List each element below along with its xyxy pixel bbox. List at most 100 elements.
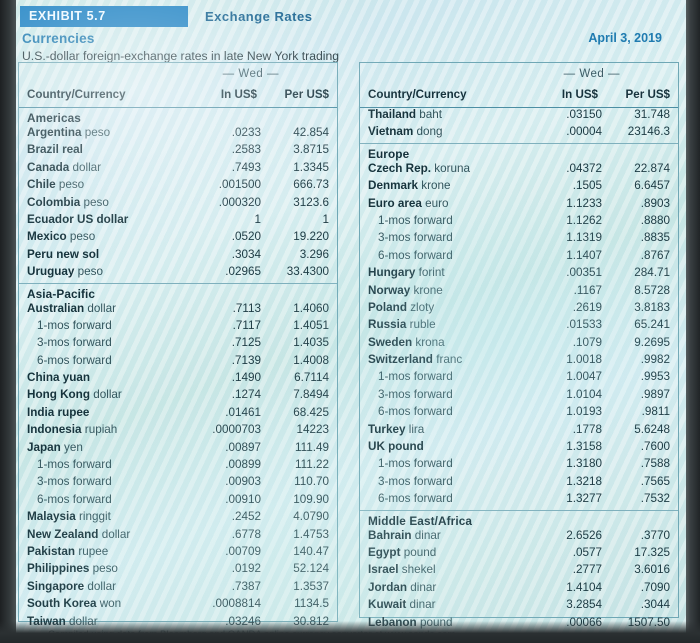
rate-per-usd: 3.8715 bbox=[293, 143, 329, 157]
currency-name: Bahrain dinar bbox=[368, 528, 441, 542]
rate-per-usd: .3770 bbox=[640, 528, 670, 542]
currency-name: Czech Rep. koruna bbox=[368, 161, 470, 175]
rate-per-usd: 42.854 bbox=[293, 126, 329, 139]
header-country-currency: Country/Currency bbox=[27, 88, 126, 101]
currency-name: Thailand baht bbox=[368, 108, 443, 121]
table-row: Bahrain dinar 2.6526.3770 bbox=[360, 529, 678, 546]
table-row: Denmark krone .1505 6.6457 bbox=[360, 179, 678, 196]
quote-date: April 3, 2019 bbox=[588, 31, 662, 45]
table-row: 1-mos forward 1.0047.9953 bbox=[360, 370, 678, 387]
currency-name: 3-mos forward bbox=[378, 387, 453, 401]
table-row: Australian dollar .7113 1.4060 bbox=[19, 302, 337, 319]
rate-per-usd: .9897 bbox=[640, 387, 670, 401]
currency-name: Singapore dollar bbox=[27, 579, 116, 593]
day-marker-row-left: — Wed — bbox=[19, 63, 337, 87]
table-row: 6-mos forward 1.1407.8767 bbox=[360, 249, 678, 266]
rates-table-left: — Wed — Country/Currency In US$ Per US$ … bbox=[18, 62, 338, 628]
currency-name: Turkey lira bbox=[368, 422, 425, 436]
table-row: South Korea won .0008814 1134.5 bbox=[19, 597, 337, 614]
currency-name: Jordan dinar bbox=[368, 580, 437, 594]
table-row: Philippines peso .0192 52.124 bbox=[19, 562, 337, 579]
rate-per-usd: .7532 bbox=[640, 492, 670, 506]
table-row: 6-mos forward 1.0193.9811 bbox=[360, 405, 678, 422]
currency-name: Malaysia ringgit bbox=[27, 510, 111, 524]
rate-group: Asia-Pacific Australian dollar .7113 1.4060… bbox=[19, 282, 337, 632]
currency-name: Canada dollar bbox=[27, 160, 102, 174]
currency-name: New Zealand dollar bbox=[27, 527, 131, 541]
rate-per-usd: 8.5728 bbox=[634, 283, 670, 297]
currency-name: Argentina peso bbox=[27, 126, 111, 139]
rate-group: Middle East/Africa Bahrain dinar 2.6526.37… bbox=[360, 509, 678, 638]
masthead-top-row: Currencies April 3, 2019 bbox=[22, 31, 662, 48]
page-title: Currencies bbox=[22, 31, 95, 46]
table-row: 1-mos forward 1.3180.7588 bbox=[360, 457, 678, 474]
currency-name: Switzerland franc bbox=[368, 353, 463, 367]
table-row: 3-mos forward 1.3218.7565 bbox=[360, 475, 678, 492]
column-headers-right: Country/Currency In US$ Per US$ bbox=[360, 87, 678, 108]
rate-per-usd: .7090 bbox=[640, 580, 670, 594]
rate-group: Americas Argentina peso .0233 42.854 Brazil … bbox=[19, 108, 337, 283]
rate-per-usd: 1.4035 bbox=[293, 336, 329, 350]
rate-per-usd: .8880 bbox=[640, 213, 670, 227]
table-row: 1-mos forward .00899 111.22 bbox=[19, 458, 337, 475]
currency-name: Chile peso bbox=[27, 178, 85, 192]
currency-name: Norway krone bbox=[368, 283, 443, 297]
rate-per-usd: .8835 bbox=[640, 231, 670, 245]
currency-name: Israel shekel bbox=[368, 563, 436, 577]
currency-name: Australian dollar bbox=[27, 301, 116, 315]
currency-name: 6-mos forward bbox=[37, 492, 112, 506]
rate-per-usd: 52.124 bbox=[293, 562, 329, 576]
page-subtitle: U.S.-dollar foreign-exchange rates in la… bbox=[22, 49, 340, 63]
table-row: Egypt pound .0577 17.325 bbox=[360, 546, 678, 563]
table-row: Indonesia rupiah .0000703 14223 bbox=[19, 423, 337, 440]
table-row: Canada dollar .7493 1.3345 bbox=[19, 161, 337, 178]
table-row: Switzerland franc 1.0018.9982 bbox=[360, 353, 678, 370]
rate-per-usd: 65.241 bbox=[634, 318, 670, 332]
header-in-usd: In US$ bbox=[561, 88, 598, 101]
rate-per-usd: 31.748 bbox=[634, 108, 670, 121]
table-masthead: Currencies April 3, 2019 U.S.-dollar for… bbox=[22, 31, 662, 63]
rate-per-usd: 284.71 bbox=[634, 266, 670, 280]
table-row: China yuan .1490 6.7114 bbox=[19, 371, 337, 388]
table-row: India rupee .01461 68.425 bbox=[19, 406, 337, 423]
header-per-usd: Per US$ bbox=[625, 88, 670, 101]
table-row: Singapore dollar .7387 1.3537 bbox=[19, 580, 337, 597]
currency-name: Euro area euro bbox=[368, 196, 449, 210]
day-marker-left: — Wed — bbox=[222, 68, 279, 80]
rate-per-usd: .9953 bbox=[640, 370, 670, 384]
rate-per-usd: 3.6016 bbox=[634, 563, 670, 577]
day-marker-row-right: — Wed — bbox=[360, 63, 678, 87]
rate-group-title: Europe bbox=[368, 146, 410, 161]
table-row: Pakistan rupee .00709 140.47 bbox=[19, 545, 337, 562]
currency-name: Hong Kong dollar bbox=[27, 388, 122, 402]
rate-group-title: Asia-Pacific bbox=[27, 286, 96, 301]
table-row: Brazil real .2583 3.8715 bbox=[19, 143, 337, 160]
currency-name: Indonesia rupiah bbox=[27, 423, 118, 437]
rate-per-usd: 1.4060 bbox=[293, 301, 329, 315]
table-row: Poland zloty .2619 3.8183 bbox=[360, 301, 678, 318]
currency-name: Russia ruble bbox=[368, 318, 436, 332]
rate-per-usd: .7600 bbox=[640, 440, 670, 454]
rate-per-usd: 1.3537 bbox=[293, 579, 329, 593]
currency-name: 1-mos forward bbox=[378, 457, 453, 471]
rate-group: Thailand baht .03150 31.748 Vietnam dong .00… bbox=[360, 108, 678, 143]
currency-name: Ecuador US dollar bbox=[27, 212, 129, 226]
table-row: UK pound 1.3158.7600 bbox=[360, 440, 678, 457]
header-per-usd: Per US$ bbox=[284, 88, 329, 101]
table-row: Colombia peso .000320 3123.6 bbox=[19, 196, 337, 213]
currency-name: 1-mos forward bbox=[37, 458, 112, 472]
rate-per-usd: 22.874 bbox=[634, 161, 670, 175]
exhibit-number-tag: EXHIBIT 5.7 bbox=[20, 6, 188, 27]
exhibit-page-photo: EXHIBIT 5.7 Exchange Rates Currencies Ap… bbox=[0, 0, 700, 643]
table-row: 6-mos forward .7139 1.4008 bbox=[19, 354, 337, 371]
table-row: 6-mos forward .00910 109.90 bbox=[19, 493, 337, 510]
currency-name: Brazil real bbox=[27, 143, 83, 157]
table-row: Uruguay peso .02965 33.4300 bbox=[19, 265, 337, 282]
table-row: Chile peso .001500 666.73 bbox=[19, 178, 337, 195]
rates-body-left: Americas Argentina peso .0233 42.854 Brazil … bbox=[19, 108, 337, 632]
currency-name: 1-mos forward bbox=[378, 213, 453, 227]
currency-name: 3-mos forward bbox=[378, 231, 453, 245]
table-row: Hungary forint .00351 284.71 bbox=[360, 266, 678, 283]
rate-per-usd: 1.4051 bbox=[293, 318, 329, 332]
rate-per-usd: 33.4300 bbox=[286, 265, 329, 279]
